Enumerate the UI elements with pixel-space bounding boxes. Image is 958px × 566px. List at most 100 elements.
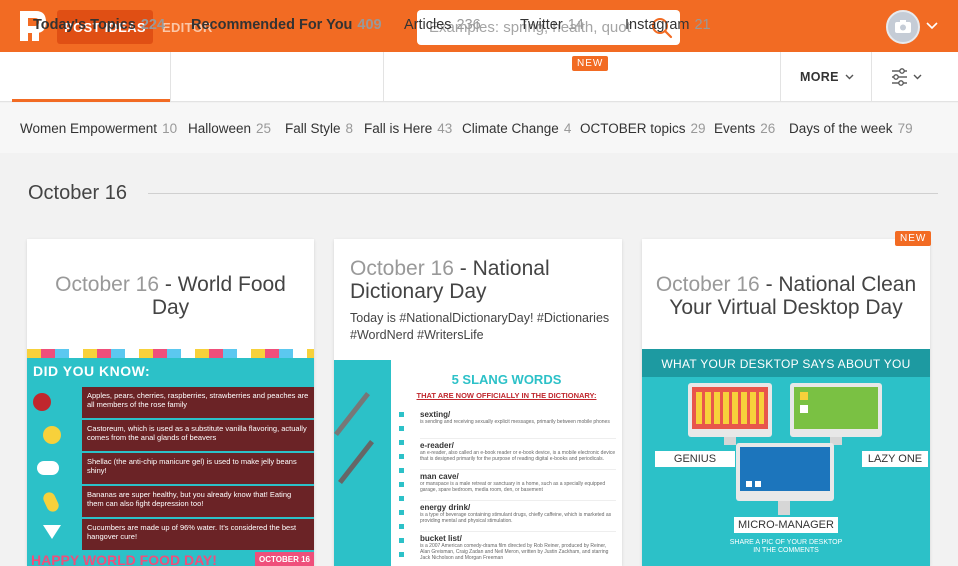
divider: [871, 52, 872, 102]
topic-count: 10: [162, 120, 178, 136]
monitor-icon: [790, 383, 882, 437]
topic-label: Events: [714, 120, 756, 136]
monitor-stand: [778, 501, 790, 515]
divider: [383, 52, 384, 102]
facts-list: Apples, pears, cherries, raspberries, st…: [27, 387, 314, 552]
image-heading: WHAT YOUR DESKTOP SAYS ABOUT YOU: [661, 357, 911, 371]
topic-label: Halloween: [188, 120, 252, 136]
topic-count: 29: [690, 120, 706, 136]
topic-fall-is-here[interactable]: Fall is Here 43: [364, 103, 452, 153]
user-avatar[interactable]: [886, 10, 920, 44]
candy-decoration: [27, 349, 314, 358]
topic-count: 4: [563, 120, 572, 136]
card-title: October 16 - National Clean Your Virtual…: [650, 273, 922, 319]
topic-count: 8: [345, 120, 354, 136]
topic-count: 25: [256, 120, 272, 136]
notepad-heading: 5 SLANG WORDS: [451, 372, 562, 387]
monitor-screen: [794, 387, 878, 429]
image-footer-tag: OCTOBER 16: [255, 552, 314, 566]
post-card-dictionary-day[interactable]: October 16 - National Dictionary Day Tod…: [334, 239, 622, 566]
camera-icon: [895, 20, 911, 33]
desktop-icons: [696, 392, 764, 424]
divider: [170, 52, 171, 102]
pencil-icon: [338, 439, 374, 485]
fact-row: Bananas are super healthy, but you alrea…: [27, 486, 314, 517]
monitor-screen: [692, 387, 768, 429]
topic-october-topics[interactable]: OCTOBER topics 29: [580, 103, 706, 153]
tab-count: 21: [694, 17, 711, 33]
topic-label: Climate Change: [462, 120, 559, 136]
topic-events[interactable]: Events 26: [714, 103, 775, 153]
active-tab-indicator: [12, 99, 170, 102]
topic-days-of-the-week[interactable]: Days of the week 79: [789, 103, 913, 153]
image-footer: SHARE A PIC OF YOUR DESKTOP IN THE COMME…: [729, 539, 843, 554]
new-badge: NEW: [895, 231, 932, 246]
word-list: sexting/ is sending and receiving sexual…: [420, 410, 616, 563]
topic-label: Fall is Here: [364, 120, 433, 136]
post-card-world-food-day[interactable]: October 16 - World Food Day DID YOU KNOW…: [27, 239, 314, 566]
tab-count: 409: [357, 17, 382, 33]
topic-label: Days of the week: [789, 120, 893, 136]
more-label: MORE: [800, 70, 839, 84]
word: bucket list/: [420, 534, 462, 543]
divider: [148, 193, 938, 194]
topic-climate-change[interactable]: Climate Change 4: [462, 103, 571, 153]
chevron-down-icon: [845, 74, 854, 80]
monitor-icon: [736, 443, 834, 501]
label-micro-manager: MICRO-MANAGER: [734, 517, 838, 533]
word: energy drink/: [420, 503, 471, 512]
card-description: Today is #NationalDictionaryDay! #Dictio…: [350, 311, 610, 342]
topic-label: Fall Style: [285, 120, 341, 136]
sliders-icon: [892, 68, 922, 86]
fact-text: Apples, pears, cherries, raspberries, st…: [82, 387, 314, 418]
list-item: bucket list/ is a 2007 American comedy-d…: [420, 534, 616, 563]
pencil-icon: [334, 391, 370, 437]
monitor-screen: [740, 447, 830, 491]
surprised-face-icon: [43, 426, 61, 444]
monitor-icon: [688, 383, 772, 437]
tab-articles[interactable]: Articles 236: [404, 0, 481, 50]
definition: or manspace is a male retreat or sanctua…: [420, 481, 606, 493]
topic-halloween[interactable]: Halloween 25: [188, 103, 271, 153]
cocktail-glass-icon: [43, 525, 61, 539]
tab-label: Recommended For You: [191, 17, 353, 33]
word: man cave/: [420, 472, 459, 481]
tab-todays-topics[interactable]: Today's Topics 224: [33, 0, 165, 50]
tab-label: Twitter: [520, 17, 563, 33]
image-heading: DID YOU KNOW:: [33, 363, 151, 379]
topic-women-empowerment[interactable]: Women Empowerment 10: [20, 103, 177, 153]
desktop-icon: [755, 481, 761, 487]
list-item: sexting/ is sending and receiving sexual…: [420, 410, 616, 439]
banana-icon: [41, 490, 61, 514]
topic-count: 26: [760, 120, 776, 136]
word: sexting/: [420, 410, 451, 419]
fact-text: Shellac (the anti-chip manicure gel) is …: [82, 453, 314, 484]
fact-text: Bananas are super healthy, but you alrea…: [82, 486, 314, 517]
tab-twitter[interactable]: Twitter 14: [520, 0, 584, 50]
post-card-clean-desktop-day[interactable]: October 16 - National Clean Your Virtual…: [642, 239, 930, 566]
tab-label: Articles: [404, 17, 452, 33]
definition: is a type of beverage containing stimula…: [420, 512, 612, 524]
label-lazy-one: LAZY ONE: [862, 451, 928, 467]
list-item: e-reader/ an e-reader, also called an e-…: [420, 441, 616, 470]
card-title: October 16 - National Dictionary Day: [350, 257, 610, 303]
card-title: October 16 - World Food Day: [41, 273, 300, 319]
tab-count: 224: [140, 17, 166, 33]
topic-count: 79: [897, 120, 913, 136]
desktop-icon: [800, 392, 808, 400]
card-title-text: - World Food Day: [151, 273, 286, 319]
desktop-icon: [746, 481, 752, 487]
more-dropdown[interactable]: MORE: [800, 52, 854, 102]
section-date-heading: October 16: [28, 182, 127, 204]
chevron-down-icon[interactable]: [926, 20, 938, 30]
filter-settings-button[interactable]: [891, 68, 923, 91]
manicure-hand-icon: [37, 461, 59, 475]
list-item: energy drink/ is a type of beverage cont…: [420, 503, 616, 532]
card-image: WHAT YOUR DESKTOP SAYS ABOUT YOU GENIUS …: [642, 349, 930, 566]
topic-fall-style[interactable]: Fall Style 8: [285, 103, 353, 153]
tab-instagram[interactable]: Instagram 21: [625, 0, 711, 50]
card-image: DID YOU KNOW: Apples, pears, cherries, r…: [27, 349, 314, 566]
fact-row: Shellac (the anti-chip manicure gel) is …: [27, 453, 314, 484]
fact-row: Apples, pears, cherries, raspberries, st…: [27, 387, 314, 418]
tab-recommended[interactable]: Recommended For You 409: [191, 0, 382, 50]
